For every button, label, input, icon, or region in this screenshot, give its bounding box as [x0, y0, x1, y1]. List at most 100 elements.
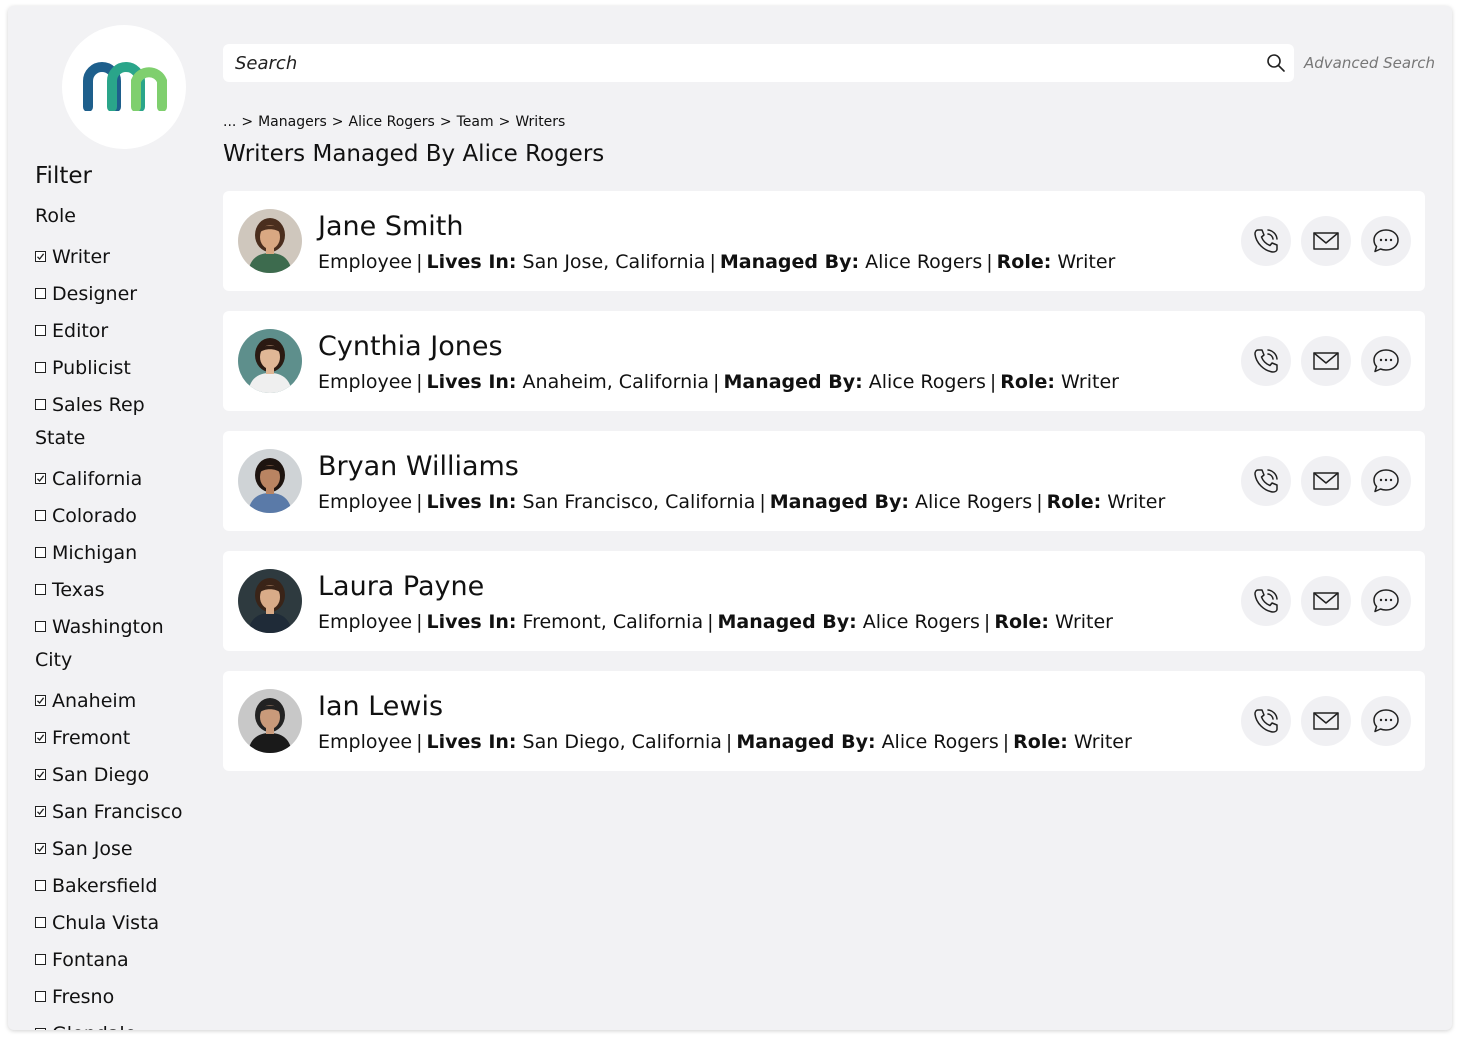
avatar[interactable]	[238, 209, 302, 273]
separator: |	[713, 371, 720, 393]
filter-option-label: Fremont	[52, 726, 131, 749]
filter-checkbox-item[interactable]: San Francisco	[35, 793, 183, 830]
separator: |	[989, 371, 997, 393]
filter-checkbox-item[interactable]: California	[35, 460, 183, 497]
call-button[interactable]	[1241, 576, 1291, 626]
checkbox-unchecked[interactable]	[35, 880, 46, 891]
avatar-photo	[238, 209, 302, 273]
contact-actions	[1241, 216, 1411, 266]
avatar[interactable]	[238, 449, 302, 513]
person-name[interactable]: Ian Lewis	[318, 691, 443, 722]
email-button[interactable]	[1301, 696, 1351, 746]
breadcrumb-item[interactable]: Writers	[515, 114, 565, 130]
avatar[interactable]	[238, 689, 302, 753]
checkbox-unchecked[interactable]	[35, 954, 46, 965]
filter-checkbox-item[interactable]: Washington	[35, 608, 183, 645]
lives-in-label: Lives In:	[426, 731, 517, 753]
filter-checkbox-item[interactable]: Writer	[35, 238, 183, 275]
checkbox-unchecked[interactable]	[35, 510, 46, 521]
checkbox-unchecked[interactable]	[35, 547, 46, 558]
person-card: Ian Lewis Employee | Lives In: San Diego, Ca…	[223, 671, 1425, 771]
call-button[interactable]	[1241, 336, 1291, 386]
checkbox-unchecked[interactable]	[35, 1028, 46, 1030]
avatar[interactable]	[238, 569, 302, 633]
filter-option-label: Writer	[52, 245, 110, 268]
search-bar	[223, 44, 1294, 82]
message-button[interactable]	[1361, 696, 1411, 746]
checkbox-unchecked[interactable]	[35, 362, 46, 373]
avatar-photo	[238, 449, 302, 513]
chat-icon	[1373, 469, 1399, 493]
filter-checkbox-item[interactable]: Colorado	[35, 497, 183, 534]
person-name[interactable]: Jane Smith	[318, 211, 463, 242]
filter-option-label: Michigan	[52, 541, 138, 564]
breadcrumb-item[interactable]: Managers	[258, 114, 327, 130]
breadcrumb-item[interactable]: Team	[457, 114, 494, 130]
search-input[interactable]	[233, 51, 1237, 75]
checkbox-unchecked[interactable]	[35, 621, 46, 632]
avatar-photo	[238, 569, 302, 633]
contact-actions	[1241, 336, 1411, 386]
filter-checkbox-item[interactable]: Fontana	[35, 941, 183, 978]
filter-option-label: Colorado	[52, 504, 137, 527]
separator: |	[416, 371, 423, 393]
call-button[interactable]	[1241, 216, 1291, 266]
filter-option-label: Publicist	[52, 356, 131, 379]
checkbox-checked[interactable]	[35, 769, 46, 780]
person-name[interactable]: Bryan Williams	[318, 451, 519, 482]
checkbox-checked[interactable]	[35, 732, 46, 743]
checkbox-unchecked[interactable]	[35, 288, 46, 299]
checkbox-checked[interactable]	[35, 695, 46, 706]
filter-checkbox-item[interactable]: Designer	[35, 275, 183, 312]
message-button[interactable]	[1361, 216, 1411, 266]
filter-checkbox-item[interactable]: Anaheim	[35, 682, 183, 719]
filter-checkbox-item[interactable]: Bakersfield	[35, 867, 183, 904]
checkbox-checked[interactable]	[35, 843, 46, 854]
filter-checkbox-item[interactable]: Editor	[35, 312, 183, 349]
checkbox-unchecked[interactable]	[35, 584, 46, 595]
filter-option-label: Fontana	[52, 948, 129, 971]
breadcrumb-item[interactable]: ...	[223, 114, 236, 130]
filter-checkbox-item[interactable]: San Jose	[35, 830, 183, 867]
chat-icon	[1373, 709, 1399, 733]
filter-checkbox-item[interactable]: Fresno	[35, 978, 183, 1015]
breadcrumb: ... > Managers > Alice Rogers > Team > Writers	[223, 114, 565, 130]
filter-checkbox-item[interactable]: Chula Vista	[35, 904, 183, 941]
person-name[interactable]: Cynthia Jones	[318, 331, 503, 362]
checkbox-unchecked[interactable]	[35, 325, 46, 336]
filter-checkbox-item[interactable]: Publicist	[35, 349, 183, 386]
separator: |	[983, 611, 991, 633]
filter-checkbox-item[interactable]: Fremont	[35, 719, 183, 756]
email-button[interactable]	[1301, 336, 1351, 386]
message-button[interactable]	[1361, 456, 1411, 506]
email-button[interactable]	[1301, 456, 1351, 506]
checkbox-checked[interactable]	[35, 806, 46, 817]
breadcrumb-item[interactable]: Alice Rogers	[349, 114, 435, 130]
checkbox-unchecked[interactable]	[35, 399, 46, 410]
filter-option-label: Bakersfield	[52, 874, 158, 897]
role-label: Role:	[996, 251, 1052, 273]
checkbox-checked[interactable]	[35, 473, 46, 484]
person-name[interactable]: Laura Payne	[318, 571, 484, 602]
filter-option-label: Texas	[52, 578, 105, 601]
email-button[interactable]	[1301, 216, 1351, 266]
checkbox-checked[interactable]	[35, 251, 46, 262]
message-button[interactable]	[1361, 576, 1411, 626]
avatar[interactable]	[238, 329, 302, 393]
managed-by-label: Managed By:	[736, 731, 876, 753]
call-button[interactable]	[1241, 696, 1291, 746]
filter-checkbox-item[interactable]: San Diego	[35, 756, 183, 793]
filter-option-label: California	[52, 467, 143, 490]
search-icon[interactable]	[1266, 53, 1286, 73]
email-button[interactable]	[1301, 576, 1351, 626]
role-value: Writer	[1057, 251, 1116, 273]
call-button[interactable]	[1241, 456, 1291, 506]
message-button[interactable]	[1361, 336, 1411, 386]
filter-checkbox-item[interactable]: Sales Rep	[35, 386, 183, 423]
checkbox-unchecked[interactable]	[35, 991, 46, 1002]
filter-checkbox-item[interactable]: Glendale	[35, 1015, 183, 1030]
advanced-search-link[interactable]: Advanced Search	[1304, 54, 1435, 72]
filter-checkbox-item[interactable]: Michigan	[35, 534, 183, 571]
filter-checkbox-item[interactable]: Texas	[35, 571, 183, 608]
checkbox-unchecked[interactable]	[35, 917, 46, 928]
